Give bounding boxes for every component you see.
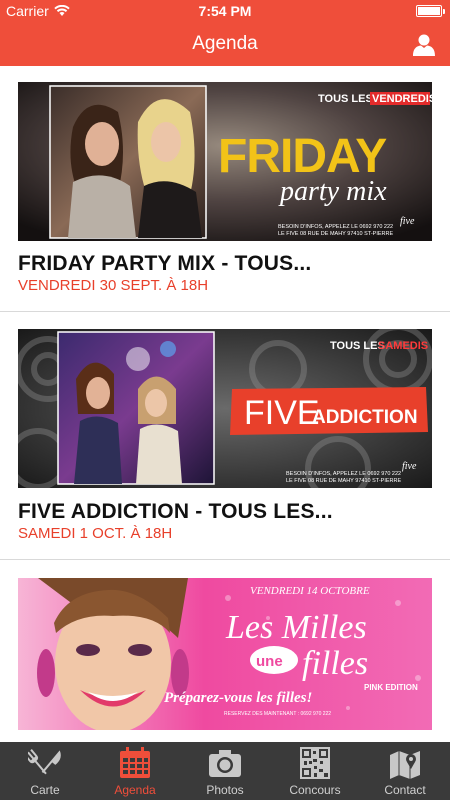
banner-info-1: BESOIN D'INFOS, APPELEZ LE 0692 970 222 xyxy=(286,471,401,477)
event-card[interactable]: VENDREDI 14 OCTOBRE Les Milles une fille… xyxy=(0,560,450,742)
five-addiction-banner-art: TOUS LES SAMEDIS FIVE ADDICTION BESOIN D… xyxy=(18,329,432,488)
event-list: TOUS LES VENDREDIS FRIDAY party mix BESO… xyxy=(0,66,450,742)
tab-contact[interactable]: Contact xyxy=(360,742,450,800)
banner-title-a: Les Milles xyxy=(225,609,367,646)
tab-label: Photos xyxy=(206,783,244,797)
banner-title-b: filles xyxy=(302,645,368,682)
banner-logo: five xyxy=(400,216,415,227)
tab-photos[interactable]: Photos xyxy=(180,742,270,800)
event-banner-friday: TOUS LES VENDREDIS FRIDAY party mix BESO… xyxy=(18,82,432,241)
banner-title-a: FIVE xyxy=(244,394,320,432)
banner-title-b: ADDICTION xyxy=(312,407,418,428)
banner-slogan: Préparez-vous les filles! xyxy=(164,690,312,706)
qr-code-icon xyxy=(300,747,330,779)
status-time: 7:54 PM xyxy=(198,3,252,19)
banner-top-text: VENDREDI 14 OCTOBRE xyxy=(250,585,370,597)
battery-icon xyxy=(416,5,445,17)
event-card[interactable]: TOUS LES SAMEDIS FIVE ADDICTION BESOIN D… xyxy=(0,312,450,560)
event-banner-milles-filles: VENDREDI 14 OCTOBRE Les Milles une fille… xyxy=(18,578,432,730)
tab-label: Agenda xyxy=(114,783,156,797)
cutlery-icon xyxy=(28,749,61,775)
banner-info-1: BESOIN D'INFOS, APPELEZ LE 0692 970 222 xyxy=(278,224,393,230)
banner-info-2: LE FIVE 08 RUE DE MAHY 97410 ST-PIERRE xyxy=(286,478,401,484)
map-icon xyxy=(390,751,420,779)
tab-bar: Carte Agenda Photos Concours Contact xyxy=(0,742,450,800)
tab-label: Carte xyxy=(30,783,60,797)
nav-bar: Agenda xyxy=(0,22,450,66)
tab-concours[interactable]: Concours xyxy=(270,742,360,800)
calendar-icon xyxy=(120,747,150,778)
event-date: VENDREDI 30 SEPT. À 18H xyxy=(18,277,209,294)
page-title: Agenda xyxy=(192,33,258,54)
tab-label: Contact xyxy=(384,783,426,797)
event-banner-five-addiction: TOUS LES SAMEDIS FIVE ADDICTION BESOIN D… xyxy=(18,329,432,488)
banner-top-text: TOUS LES xyxy=(330,340,385,352)
event-date: SAMEDI 1 OCT. À 18H xyxy=(18,525,173,542)
banner-edition: PINK EDITION xyxy=(364,683,418,692)
friday-banner-art: TOUS LES VENDREDIS FRIDAY party mix BESO… xyxy=(18,82,432,241)
status-bar: Carrier 7:54 PM xyxy=(0,0,450,22)
banner-top-text: TOUS LES xyxy=(318,93,373,105)
tab-label: Concours xyxy=(289,783,341,797)
banner-info-2: LE FIVE 08 RUE DE MAHY 97410 ST-PIERRE xyxy=(278,231,393,237)
event-title: FRIDAY PARTY MIX - TOUS... xyxy=(18,252,312,275)
banner-info: RESERVEZ DES MAINTENANT : 0692 970 222 xyxy=(224,711,331,717)
milles-filles-banner-art: VENDREDI 14 OCTOBRE Les Milles une fille… xyxy=(18,578,432,730)
banner-top-highlight: VENDREDIS xyxy=(372,93,432,105)
banner-badge: une xyxy=(256,653,283,670)
event-title: FIVE ADDICTION - TOUS LES... xyxy=(18,500,333,523)
banner-top-highlight: SAMEDIS xyxy=(378,340,428,352)
banner-logo: five xyxy=(402,461,417,472)
user-icon[interactable] xyxy=(412,32,436,56)
camera-icon xyxy=(209,750,241,777)
tab-carte[interactable]: Carte xyxy=(0,742,90,800)
tab-agenda[interactable]: Agenda xyxy=(90,742,180,800)
banner-subtitle: party mix xyxy=(278,176,387,207)
event-card[interactable]: TOUS LES VENDREDIS FRIDAY party mix BESO… xyxy=(0,66,450,312)
